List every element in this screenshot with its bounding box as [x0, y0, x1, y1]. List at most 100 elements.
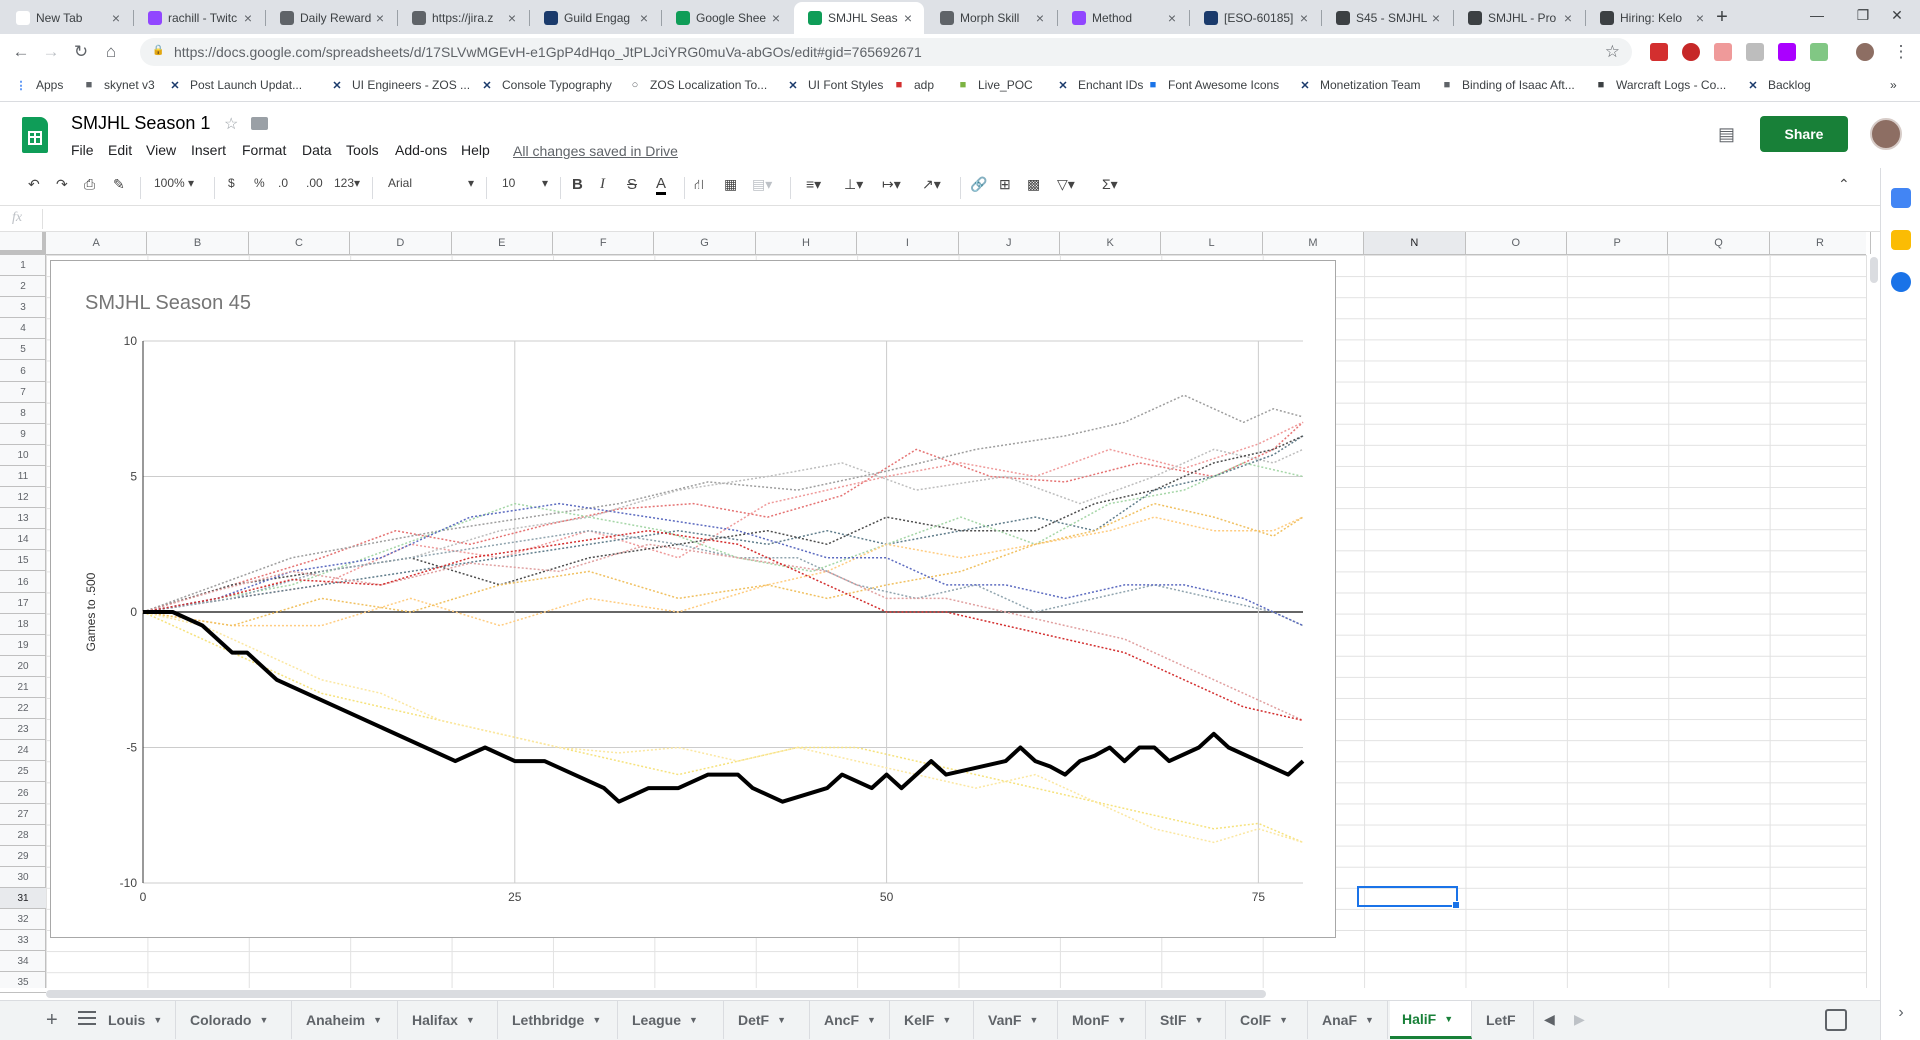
- extension-icon[interactable]: [1650, 43, 1668, 61]
- row-header-23[interactable]: 23: [0, 719, 46, 741]
- column-header-n[interactable]: N: [1364, 232, 1466, 254]
- row-header-12[interactable]: 12: [0, 487, 46, 509]
- row-header-7[interactable]: 7: [0, 382, 46, 403]
- column-header-m[interactable]: M: [1263, 232, 1365, 254]
- sheet-tab[interactable]: Anaheim ▼: [294, 1001, 398, 1039]
- bookmark-item[interactable]: ⋮ Apps: [14, 78, 64, 92]
- chevron-down-icon[interactable]: ▼: [867, 1015, 876, 1025]
- bookmark-item[interactable]: ■ Live_POC: [956, 78, 1033, 92]
- all-sheets-icon[interactable]: [78, 1011, 96, 1025]
- close-tab-icon[interactable]: ×: [768, 10, 784, 26]
- column-header-k[interactable]: K: [1060, 232, 1162, 254]
- vertical-align-icon[interactable]: ⊥▾: [844, 176, 863, 193]
- chevron-down-icon[interactable]: ▼: [153, 1015, 162, 1025]
- horizontal-scrollbar[interactable]: [46, 988, 1866, 1000]
- embedded-chart[interactable]: SMJHL Season 45 -10 -5 0 5 10 0 25 50 75 Games to …: [50, 260, 1336, 938]
- menu-edit[interactable]: Edit: [108, 142, 132, 158]
- keep-icon[interactable]: [1891, 230, 1911, 250]
- bookmark-star-icon[interactable]: ☆: [1605, 42, 1620, 62]
- save-status[interactable]: All changes saved in Drive: [513, 143, 678, 159]
- insert-chart-icon[interactable]: ▩: [1027, 176, 1040, 193]
- row-header-31[interactable]: 31: [0, 888, 46, 910]
- sheet-tab[interactable]: KelF ▼: [892, 1001, 974, 1039]
- home-icon[interactable]: ⌂: [98, 39, 124, 65]
- selected-cell[interactable]: [1357, 886, 1460, 909]
- column-header-r[interactable]: R: [1770, 232, 1872, 254]
- font-family-select[interactable]: Arial ▾: [388, 176, 478, 190]
- row-header-25[interactable]: 25: [0, 761, 46, 783]
- row-header-10[interactable]: 10: [0, 445, 46, 466]
- column-header-j[interactable]: J: [959, 232, 1060, 254]
- row-header-6[interactable]: 6: [0, 361, 46, 382]
- fill-color-icon[interactable]: ⛙: [694, 176, 704, 195]
- browser-tab[interactable]: Hiring: Kelo ×: [1586, 2, 1716, 34]
- merge-cells-icon[interactable]: ▤▾: [752, 176, 772, 193]
- row-header-18[interactable]: 18: [0, 614, 46, 635]
- row-header-34[interactable]: 34: [0, 951, 46, 973]
- chevron-down-icon[interactable]: ▼: [1365, 1015, 1374, 1025]
- calendar-icon[interactable]: [1891, 188, 1911, 208]
- extension-icon[interactable]: [1778, 43, 1796, 61]
- menu-help[interactable]: Help: [461, 142, 490, 158]
- menu-tools[interactable]: Tools: [346, 142, 379, 158]
- share-button[interactable]: Share: [1760, 116, 1848, 152]
- browser-tab[interactable]: Guild Engag ×: [530, 2, 660, 34]
- row-header-11[interactable]: 11: [0, 466, 46, 488]
- row-header-33[interactable]: 33: [0, 930, 46, 952]
- functions-icon[interactable]: Σ▾: [1102, 176, 1118, 193]
- row-header-19[interactable]: 19: [0, 635, 46, 656]
- expand-panel-icon[interactable]: ›: [1891, 1004, 1911, 1024]
- bookmark-item[interactable]: ✕ Console Typography: [480, 78, 611, 92]
- scroll-tabs-left-icon[interactable]: ◀: [1544, 1011, 1555, 1028]
- scroll-tabs-right-icon[interactable]: ▶: [1574, 1011, 1585, 1028]
- row-header-13[interactable]: 13: [0, 508, 46, 530]
- column-header-e[interactable]: E: [452, 232, 553, 254]
- font-size-select[interactable]: 10 ▾: [502, 176, 552, 190]
- text-wrap-icon[interactable]: ↦▾: [882, 176, 901, 193]
- sheet-tab[interactable]: Louis ▼: [96, 1001, 176, 1039]
- menu-format[interactable]: Format: [242, 142, 286, 158]
- close-tab-icon[interactable]: ×: [240, 10, 256, 26]
- chevron-down-icon[interactable]: ▼: [777, 1015, 786, 1025]
- chevron-down-icon[interactable]: ▼: [373, 1015, 382, 1025]
- menu-data[interactable]: Data: [302, 142, 332, 158]
- bookmark-item[interactable]: ■ Warcraft Logs - Co...: [1594, 78, 1727, 92]
- menu-addons[interactable]: Add-ons: [395, 142, 447, 158]
- row-header-9[interactable]: 9: [0, 424, 46, 445]
- horizontal-align-icon[interactable]: ≡▾: [806, 176, 821, 193]
- close-tab-icon[interactable]: ×: [1560, 10, 1576, 26]
- close-tab-icon[interactable]: ×: [1296, 10, 1312, 26]
- sheet-tab[interactable]: MonF ▼: [1060, 1001, 1146, 1039]
- row-header-29[interactable]: 29: [0, 846, 46, 867]
- extension-icon[interactable]: [1714, 43, 1732, 61]
- percent-format-button[interactable]: %: [254, 176, 265, 190]
- row-header-3[interactable]: 3: [0, 297, 46, 319]
- browser-tab[interactable]: SMJHL Seas ×: [794, 2, 924, 34]
- sheets-logo-icon[interactable]: [22, 117, 48, 153]
- row-header-16[interactable]: 16: [0, 572, 46, 593]
- browser-tab[interactable]: Google Shee ×: [662, 2, 792, 34]
- explore-icon[interactable]: [1825, 1009, 1847, 1031]
- row-header-17[interactable]: 17: [0, 593, 46, 614]
- chevron-down-icon[interactable]: ▼: [1444, 1014, 1453, 1024]
- filter-icon[interactable]: ▽▾: [1057, 176, 1075, 193]
- browser-tab[interactable]: S45 - SMJHL ×: [1322, 2, 1452, 34]
- menu-insert[interactable]: Insert: [191, 142, 226, 158]
- borders-icon[interactable]: ▦: [724, 176, 737, 193]
- extension-icon[interactable]: [1746, 43, 1764, 61]
- browser-tab[interactable]: [ESO-60185] ×: [1190, 2, 1320, 34]
- chevron-down-icon[interactable]: ▼: [592, 1015, 601, 1025]
- collapse-toolbar-icon[interactable]: ⌃: [1838, 176, 1850, 193]
- scroll-thumb[interactable]: [1870, 257, 1878, 283]
- row-header-5[interactable]: 5: [0, 339, 46, 361]
- close-tab-icon[interactable]: ×: [504, 10, 520, 26]
- column-header-q[interactable]: Q: [1668, 232, 1770, 254]
- row-header-30[interactable]: 30: [0, 867, 46, 888]
- row-header-1[interactable]: 1: [0, 255, 46, 277]
- row-header-27[interactable]: 27: [0, 804, 46, 825]
- chevron-down-icon[interactable]: ▼: [1029, 1015, 1038, 1025]
- select-all-corner[interactable]: [0, 232, 46, 254]
- chevron-down-icon[interactable]: ▼: [466, 1015, 475, 1025]
- formula-bar[interactable]: fx: [0, 206, 1880, 232]
- menu-view[interactable]: View: [146, 142, 176, 158]
